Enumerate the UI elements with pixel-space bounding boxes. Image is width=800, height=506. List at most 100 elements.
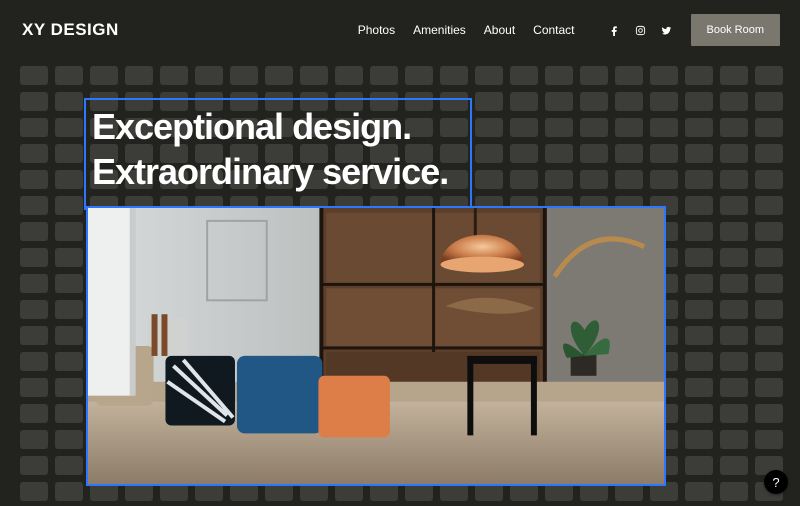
grid-tile[interactable] (720, 92, 748, 111)
grid-tile[interactable] (20, 66, 48, 85)
grid-tile[interactable] (720, 66, 748, 85)
grid-tile[interactable] (265, 66, 293, 85)
grid-tile[interactable] (55, 118, 83, 137)
grid-tile[interactable] (650, 118, 678, 137)
grid-tile[interactable] (685, 92, 713, 111)
grid-tile[interactable] (685, 118, 713, 137)
grid-tile[interactable] (510, 170, 538, 189)
grid-tile[interactable] (720, 430, 748, 449)
grid-tile[interactable] (545, 66, 573, 85)
grid-tile[interactable] (685, 66, 713, 85)
grid-tile[interactable] (650, 66, 678, 85)
grid-tile[interactable] (685, 404, 713, 423)
grid-tile[interactable] (720, 404, 748, 423)
grid-tile[interactable] (720, 482, 748, 501)
grid-tile[interactable] (55, 326, 83, 345)
grid-tile[interactable] (755, 430, 783, 449)
grid-tile[interactable] (55, 248, 83, 267)
nav-amenities[interactable]: Amenities (413, 23, 466, 37)
twitter-icon[interactable] (661, 24, 673, 36)
grid-tile[interactable] (650, 92, 678, 111)
grid-tile[interactable] (545, 118, 573, 137)
grid-tile[interactable] (720, 300, 748, 319)
grid-tile[interactable] (615, 118, 643, 137)
grid-tile[interactable] (685, 274, 713, 293)
grid-tile[interactable] (755, 92, 783, 111)
grid-tile[interactable] (615, 66, 643, 85)
grid-tile[interactable] (20, 404, 48, 423)
grid-tile[interactable] (55, 352, 83, 371)
grid-tile[interactable] (475, 170, 503, 189)
grid-tile[interactable] (55, 144, 83, 163)
grid-tile[interactable] (720, 352, 748, 371)
grid-tile[interactable] (20, 352, 48, 371)
grid-tile[interactable] (370, 66, 398, 85)
grid-tile[interactable] (720, 274, 748, 293)
grid-tile[interactable] (20, 456, 48, 475)
grid-tile[interactable] (720, 248, 748, 267)
grid-tile[interactable] (475, 144, 503, 163)
grid-tile[interactable] (475, 66, 503, 85)
grid-tile[interactable] (755, 66, 783, 85)
grid-tile[interactable] (20, 482, 48, 501)
grid-tile[interactable] (755, 118, 783, 137)
grid-tile[interactable] (545, 144, 573, 163)
grid-tile[interactable] (55, 170, 83, 189)
grid-tile[interactable] (300, 66, 328, 85)
grid-tile[interactable] (20, 326, 48, 345)
grid-tile[interactable] (755, 326, 783, 345)
grid-tile[interactable] (90, 66, 118, 85)
grid-tile[interactable] (685, 378, 713, 397)
grid-tile[interactable] (55, 196, 83, 215)
grid-tile[interactable] (685, 248, 713, 267)
grid-tile[interactable] (545, 92, 573, 111)
grid-tile[interactable] (755, 300, 783, 319)
grid-tile[interactable] (685, 456, 713, 475)
grid-tile[interactable] (720, 170, 748, 189)
nav-contact[interactable]: Contact (533, 23, 574, 37)
grid-tile[interactable] (580, 92, 608, 111)
grid-tile[interactable] (55, 300, 83, 319)
grid-tile[interactable] (475, 92, 503, 111)
grid-tile[interactable] (685, 170, 713, 189)
grid-tile[interactable] (55, 456, 83, 475)
grid-tile[interactable] (20, 378, 48, 397)
grid-tile[interactable] (755, 196, 783, 215)
grid-tile[interactable] (510, 92, 538, 111)
grid-tile[interactable] (580, 118, 608, 137)
grid-tile[interactable] (685, 326, 713, 345)
grid-tile[interactable] (685, 300, 713, 319)
grid-tile[interactable] (650, 144, 678, 163)
grid-tile[interactable] (545, 170, 573, 189)
grid-tile[interactable] (55, 404, 83, 423)
grid-tile[interactable] (510, 144, 538, 163)
grid-tile[interactable] (755, 378, 783, 397)
grid-tile[interactable] (55, 222, 83, 241)
brand-logo[interactable]: XY DESIGN (22, 20, 119, 40)
grid-tile[interactable] (580, 170, 608, 189)
grid-tile[interactable] (20, 430, 48, 449)
grid-tile[interactable] (615, 92, 643, 111)
grid-tile[interactable] (20, 274, 48, 293)
grid-tile[interactable] (440, 66, 468, 85)
help-button[interactable]: ? (764, 470, 788, 494)
grid-tile[interactable] (160, 66, 188, 85)
grid-tile[interactable] (20, 300, 48, 319)
grid-tile[interactable] (230, 66, 258, 85)
grid-tile[interactable] (615, 144, 643, 163)
grid-tile[interactable] (720, 456, 748, 475)
grid-tile[interactable] (685, 196, 713, 215)
grid-tile[interactable] (195, 66, 223, 85)
grid-tile[interactable] (125, 66, 153, 85)
grid-tile[interactable] (720, 196, 748, 215)
grid-tile[interactable] (510, 118, 538, 137)
grid-tile[interactable] (335, 66, 363, 85)
grid-tile[interactable] (720, 326, 748, 345)
grid-tile[interactable] (755, 144, 783, 163)
grid-tile[interactable] (475, 118, 503, 137)
grid-tile[interactable] (20, 118, 48, 137)
grid-tile[interactable] (55, 66, 83, 85)
grid-tile[interactable] (20, 170, 48, 189)
headline-selection[interactable]: Exceptional design. Extraordinary servic… (84, 98, 472, 210)
grid-tile[interactable] (755, 404, 783, 423)
